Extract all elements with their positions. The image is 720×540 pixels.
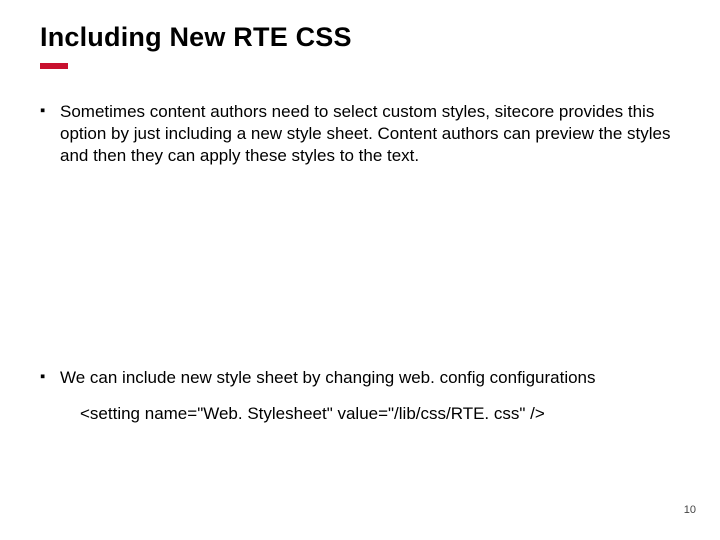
bullet-text: Sometimes content authors need to select… <box>60 102 670 165</box>
accent-bar <box>40 63 68 69</box>
bullet-item: Sometimes content authors need to select… <box>40 101 680 167</box>
bullet-list: Sometimes content authors need to select… <box>40 101 680 167</box>
bullet-item: We can include new style sheet by changi… <box>40 367 680 389</box>
page-title: Including New RTE CSS <box>40 22 680 53</box>
page-number: 10 <box>684 504 696 516</box>
bullet-text: We can include new style sheet by changi… <box>60 368 596 387</box>
code-snippet: <setting name="Web. Stylesheet" value="/… <box>40 403 680 425</box>
spacer <box>40 181 680 367</box>
bullet-list: We can include new style sheet by changi… <box>40 367 680 389</box>
slide: Including New RTE CSS Sometimes content … <box>0 0 720 540</box>
